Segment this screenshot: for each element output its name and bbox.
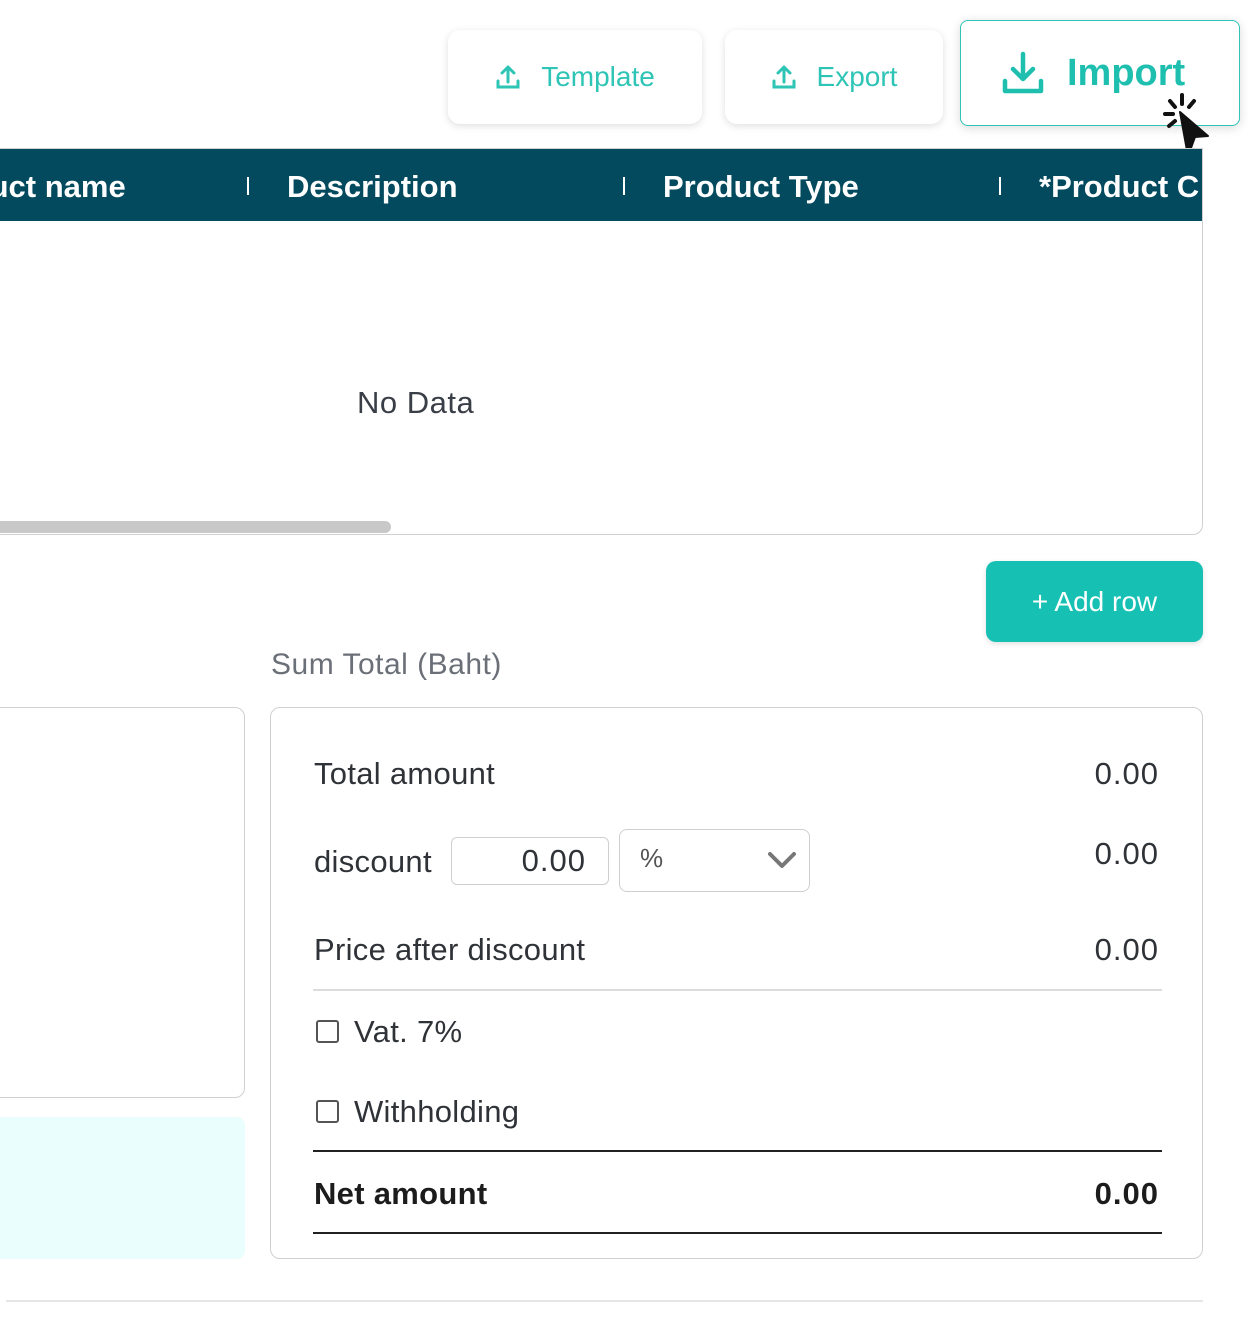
withholding-label: Withholding xyxy=(354,1094,520,1129)
total-amount-label: Total amount xyxy=(314,756,496,791)
sum-total-title: Sum Total (Baht) xyxy=(271,648,502,681)
discount-value: 0.00 xyxy=(1094,836,1159,871)
upload-icon xyxy=(771,64,797,90)
column-resize-handle[interactable] xyxy=(247,177,249,195)
export-button[interactable]: Export xyxy=(725,30,943,124)
column-resize-handle[interactable] xyxy=(999,177,1001,195)
withholding-checkbox[interactable] xyxy=(316,1100,339,1123)
divider xyxy=(313,989,1162,991)
vat-checkbox[interactable] xyxy=(316,1020,339,1043)
discount-type-value: % xyxy=(640,843,664,873)
horizontal-scrollbar[interactable] xyxy=(0,521,391,533)
net-amount-value: 0.00 xyxy=(1094,1176,1159,1211)
column-product-type[interactable]: Product Type xyxy=(663,149,859,221)
notes-box[interactable] xyxy=(0,707,245,1098)
template-button[interactable]: Template xyxy=(448,30,702,124)
template-button-label: Template xyxy=(541,61,655,92)
column-product-code[interactable]: *Product C xyxy=(1039,149,1199,221)
chevron-down-icon xyxy=(768,852,796,868)
upload-icon xyxy=(495,64,521,90)
export-button-label: Export xyxy=(816,61,898,92)
import-button-label: Import xyxy=(1067,51,1186,94)
empty-state-text: No Data xyxy=(357,385,475,420)
divider xyxy=(313,1150,1162,1152)
discount-input[interactable]: 0.00 xyxy=(451,837,609,885)
net-amount-label: Net amount xyxy=(314,1176,488,1211)
column-resize-handle[interactable] xyxy=(623,177,625,195)
column-product-name[interactable]: luct name xyxy=(0,149,126,221)
price-after-discount-label: Price after discount xyxy=(314,932,586,967)
section-divider xyxy=(6,1300,1203,1302)
discount-label: discount xyxy=(314,844,432,879)
product-table: luct name Description Product Type *Prod… xyxy=(0,148,1203,535)
sum-total-panel: Total amount 0.00 discount 0.00 % 0.00 P… xyxy=(270,707,1203,1259)
discount-type-select[interactable]: % xyxy=(619,829,810,892)
column-description[interactable]: Description xyxy=(287,149,458,221)
table-header: luct name Description Product Type *Prod… xyxy=(0,149,1202,221)
info-panel xyxy=(0,1117,245,1259)
total-amount-value: 0.00 xyxy=(1094,756,1159,791)
price-after-discount-value: 0.00 xyxy=(1094,932,1159,967)
download-icon xyxy=(1001,51,1045,95)
vat-label: Vat. 7% xyxy=(354,1014,463,1049)
divider xyxy=(313,1232,1162,1234)
add-row-button[interactable]: + Add row xyxy=(986,561,1203,642)
